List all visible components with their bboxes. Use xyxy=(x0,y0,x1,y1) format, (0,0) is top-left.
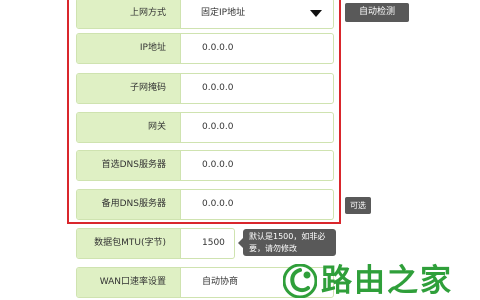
ip-address-label: IP地址 xyxy=(77,34,181,63)
wan-speed-label: WAN口速率设置 xyxy=(77,268,181,297)
optional-tag: 可选 xyxy=(345,197,371,214)
mtu-row: 数据包MTU(字节) 1500 xyxy=(76,228,235,259)
watermark-logo-icon xyxy=(283,264,317,298)
subnet-mask-row: 子网掩码 0.0.0.0 xyxy=(76,73,334,104)
gateway-input[interactable]: 0.0.0.0 xyxy=(181,113,333,142)
secondary-dns-input[interactable]: 0.0.0.0 xyxy=(181,190,333,219)
primary-dns-input[interactable]: 0.0.0.0 xyxy=(181,151,333,180)
gateway-row: 网关 0.0.0.0 xyxy=(76,112,334,143)
secondary-dns-label: 备用DNS服务器 xyxy=(77,190,181,219)
watermark-text: 路由之家 xyxy=(321,263,453,299)
connection-type-label: 上网方式 xyxy=(77,0,181,28)
mtu-label: 数据包MTU(字节) xyxy=(77,229,181,258)
primary-dns-row: 首选DNS服务器 0.0.0.0 xyxy=(76,150,334,181)
ip-address-row: IP地址 0.0.0.0 xyxy=(76,33,334,64)
primary-dns-label: 首选DNS服务器 xyxy=(77,151,181,180)
mtu-input[interactable]: 1500 xyxy=(181,229,234,258)
subnet-mask-label: 子网掩码 xyxy=(77,74,181,103)
ip-address-input[interactable]: 0.0.0.0 xyxy=(181,34,333,63)
watermark: 路由之家 xyxy=(276,262,480,300)
connection-type-row: 上网方式 固定IP地址 xyxy=(76,0,334,29)
gateway-label: 网关 xyxy=(77,113,181,142)
chevron-down-icon[interactable] xyxy=(310,10,322,17)
subnet-mask-input[interactable]: 0.0.0.0 xyxy=(181,74,333,103)
mtu-hint-tooltip: 默认是1500，如非必要，请勿修改 xyxy=(243,229,336,256)
auto-detect-button[interactable]: 自动检测 xyxy=(345,3,409,22)
secondary-dns-row: 备用DNS服务器 0.0.0.0 xyxy=(76,189,334,220)
